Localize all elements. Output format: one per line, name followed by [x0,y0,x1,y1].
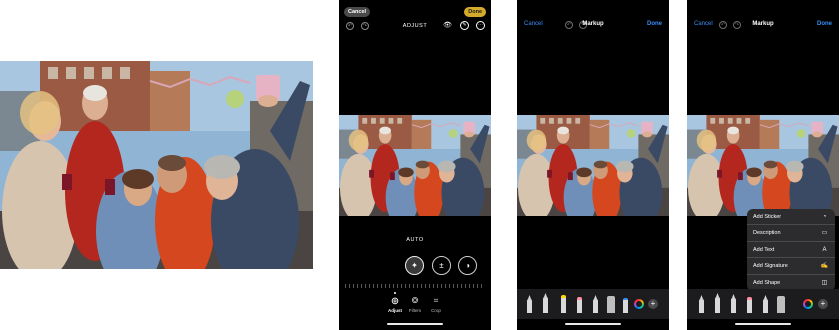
more-icon[interactable]: ⋯ [476,21,485,30]
sticker-icon: ◔ [822,214,827,220]
markup-screen: Cancel ↶ ↷ Markup Done + [517,0,669,330]
marker-tool-icon[interactable] [543,293,548,313]
color-picker-icon[interactable] [634,299,644,309]
edit-controls-row: ↶ ↷ ADJUST 👁 ✎ ⋯ [339,20,491,32]
menu-item-add-text[interactable]: Add Text A [747,242,835,259]
add-icon[interactable]: + [648,299,658,309]
markup-menu-screen: Cancel ↶ ↷ Markup Done Add Sticker ◔ Des… [687,0,839,330]
signature-icon: ✍ [820,263,829,270]
adjust-dial-icon: ◎ [391,296,399,305]
markup-toolbar: + [687,289,839,319]
home-indicator [565,323,621,325]
tab-adjust[interactable]: ◎ Adjust [385,292,405,313]
pencil-tool-icon[interactable] [731,294,736,313]
menu-item-add-sticker[interactable]: Add Sticker ◔ [747,209,835,226]
description-icon: ▭ [821,230,828,237]
magic-wand-icon[interactable]: ✦ [405,256,424,275]
home-indicator [735,323,791,325]
eraser-tool-icon[interactable] [747,297,752,313]
markup-top-bar: Cancel ↶ ↷ Markup Done [517,18,669,32]
text-box-icon: A [822,246,827,253]
done-button[interactable]: Done [464,7,486,17]
edit-top-bar: Cancel Done [339,4,491,18]
auto-label: AUTO [406,237,424,243]
tab-filters[interactable]: ❂ Filters [405,296,425,313]
exposure-icon[interactable]: ± [432,256,451,275]
shape-icon: ◫ [821,279,828,286]
ruler-tool-icon[interactable] [607,296,615,313]
markup-done-button[interactable]: Done [647,21,662,27]
edit-tab-bar: ◎ Adjust ❂ Filters ⌗ Crop [339,292,491,318]
lasso-tool-icon[interactable] [763,295,768,313]
markup-toolbar: + [517,289,669,319]
menu-item-description[interactable]: Description ▭ [747,225,835,242]
markup-add-menu: Add Sticker ◔ Description ▭ Add Text A A… [747,209,835,291]
pen-markup-icon[interactable]: ✎ [460,21,469,30]
edit-screen: Cancel Done ↶ ↷ ADJUST 👁 ✎ ⋯ AUTO ✦ ± ◑ … [339,0,491,330]
markup-top-bar: Cancel ↶ ↷ Markup Done [687,18,839,32]
tab-crop[interactable]: ⌗ Crop [426,296,446,313]
menu-item-add-signature[interactable]: Add Signature ✍ [747,258,835,275]
markup-photo-preview [687,115,839,216]
color-picker-icon[interactable] [803,299,813,309]
highlighter-tool-icon[interactable] [561,295,566,313]
lasso-tool-icon[interactable] [623,298,628,313]
original-photo [0,61,313,269]
pen-tool-icon[interactable] [527,295,532,313]
cancel-button[interactable]: Cancel [344,7,371,17]
crop-icon: ⌗ [433,296,439,305]
brilliance-icon[interactable]: ◑ [458,256,477,275]
markup-done-button[interactable]: Done [817,21,832,27]
eraser-tool-icon[interactable] [577,297,582,313]
eye-icon[interactable]: 👁 [443,21,452,30]
home-indicator [387,323,443,325]
pen-tool-icon[interactable] [699,295,704,313]
pencil-tool-icon[interactable] [593,295,598,313]
filters-icon: ❂ [411,296,419,305]
edit-photo-preview [339,115,491,216]
markup-photo-preview [517,115,669,216]
ruler-tool-icon[interactable] [777,296,785,313]
add-icon[interactable]: + [818,299,828,309]
adjust-slider[interactable] [345,284,485,288]
marker-tool-icon[interactable] [715,293,720,313]
